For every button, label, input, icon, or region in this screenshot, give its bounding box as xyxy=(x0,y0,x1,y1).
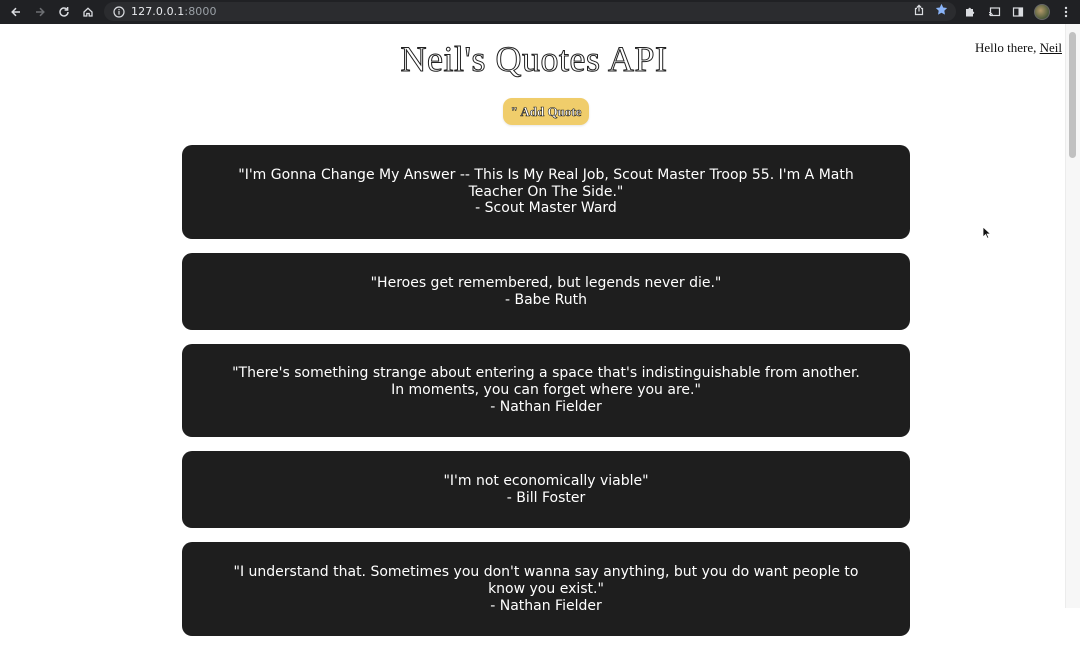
menu-icon[interactable] xyxy=(1054,0,1078,24)
url-text: 127.0.0.1:8000 xyxy=(131,5,217,18)
quote-card: "I'm Gonna Change My Answer -- This Is M… xyxy=(182,145,910,239)
reload-icon[interactable] xyxy=(52,0,76,24)
address-bar[interactable]: 127.0.0.1:8000 xyxy=(104,2,956,21)
url-host: 127.0.0.1 xyxy=(131,5,185,18)
quote-text: "I'm not economically viable" xyxy=(443,472,649,489)
quote-author: - Nathan Fielder xyxy=(490,398,602,415)
profile-avatar[interactable] xyxy=(1030,0,1054,24)
quote-list: "I'm Gonna Change My Answer -- This Is M… xyxy=(182,145,910,650)
add-quote-button[interactable]: " Add Quote xyxy=(503,98,589,125)
quote-text: "I understand that. Sometimes you don't … xyxy=(233,564,859,597)
mouse-cursor-icon xyxy=(982,226,992,239)
cast-icon[interactable] xyxy=(982,0,1006,24)
browser-toolbar: 127.0.0.1:8000 xyxy=(0,0,1080,24)
quote-author: - Scout Master Ward xyxy=(475,200,617,217)
scrollbar-thumb[interactable] xyxy=(1069,32,1076,158)
quote-text: "There's something strange about enterin… xyxy=(232,365,860,399)
quote-card: "Heroes get remembered, but legends neve… xyxy=(182,253,910,330)
page-scrollbar[interactable] xyxy=(1065,24,1080,608)
page-title: Neil's Quotes API xyxy=(400,39,668,80)
quote-author: - Babe Ruth xyxy=(505,291,587,308)
share-icon[interactable] xyxy=(913,3,925,21)
url-port: :8000 xyxy=(184,5,217,18)
side-panel-icon[interactable] xyxy=(1006,0,1030,24)
quote-text: "I'm Gonna Change My Answer -- This Is M… xyxy=(238,166,854,200)
bookmark-star-icon[interactable] xyxy=(935,3,948,21)
quote-author: - Nathan Fielder xyxy=(490,597,602,614)
quote-card: "I understand that. Sometimes you don't … xyxy=(182,542,910,636)
extensions-icon[interactable] xyxy=(958,0,982,24)
avatar xyxy=(1034,4,1050,20)
quote-card: "I'm not economically viable" - Bill Fos… xyxy=(182,451,910,528)
home-icon[interactable] xyxy=(76,0,100,24)
quote-text: "Heroes get remembered, but legends neve… xyxy=(370,274,722,291)
quote-author: - Bill Foster xyxy=(506,489,586,506)
forward-icon[interactable] xyxy=(28,0,52,24)
quote-card: "There's something strange about enterin… xyxy=(182,344,910,437)
info-icon[interactable] xyxy=(112,5,125,18)
back-icon[interactable] xyxy=(4,0,28,24)
